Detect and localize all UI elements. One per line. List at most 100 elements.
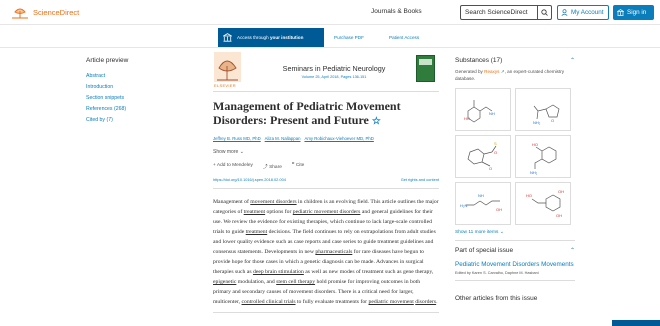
molecule-icon: H₂N NH OH [460,193,502,212]
substance-structure-4[interactable]: HO NH₂ [515,135,571,178]
svg-text:OH: OH [558,189,564,194]
sciencedirect-brand-link[interactable]: ScienceDirect [33,8,79,17]
share-label: Share [269,165,282,170]
article-title: Management of Pediatric Movement Disorde… [213,99,439,129]
institution-icon [223,33,232,42]
purchase-pdf-link[interactable]: Purchase PDF [334,35,364,40]
cite-label: Cite [295,163,305,168]
cite-button[interactable]: ❞ Cite [292,163,304,170]
abstract-term-link[interactable]: pediatric movement [369,299,414,305]
svg-text:NH: NH [478,193,484,198]
abstract-term-link[interactable]: pharmaceuticals [315,249,352,255]
access-institution-button[interactable]: Access through your institution [218,28,324,47]
article-preview-nav: Article preview Abstract Introduction Se… [86,57,186,126]
substances-header[interactable]: Substances (17) ⌃ [455,57,575,64]
substance-structure-6[interactable]: HO OH OH [515,182,571,225]
molecule-icon: HO OH OH [526,189,564,218]
nav-item-references[interactable]: References (268) [86,104,186,115]
chevron-up-icon[interactable]: ⌃ [570,57,575,64]
abstract-term-link[interactable]: disorders [415,299,436,305]
substance-structures: HO NH O NH₂ O O S HO NH₂ H₂N NH OH HO OH… [455,88,575,225]
reaxys-link[interactable]: Reaxys [484,69,499,74]
special-issue-link[interactable]: Pediatric Movement Disorders Movements [455,260,575,269]
article-preview-title: Article preview [86,57,129,64]
get-rights-link[interactable]: Get rights and content [401,177,439,182]
svg-text:OH: OH [496,207,502,212]
nav-item-introduction[interactable]: Introduction [86,82,186,93]
elsevier-wordmark: ELSEVIER [214,83,236,88]
feedback-button[interactable] [612,320,660,326]
journal-title-link[interactable]: Seminars in Pediatric Neurology [275,64,393,73]
institution-icon [617,9,624,16]
special-issue-editors: Edited by Karen S. Carvalho, Daphne M. H… [455,271,539,275]
special-issue-title: Part of special issue [455,247,514,254]
add-mendeley-label: Add to Mendeley [216,163,253,168]
user-icon [561,9,568,16]
sign-in-label: Sign in [627,9,647,16]
show-more-button[interactable]: Show more ⌄ [213,149,439,155]
special-issue-header[interactable]: Part of special issue ⌃ [455,247,575,254]
star-icon[interactable]: ☆ [372,116,381,127]
elsevier-tree-logo[interactable] [9,6,31,20]
abstract-text: Management of movement disorders in chil… [213,197,439,307]
author-link[interactable]: Aliza M. Nallappan [265,136,301,141]
substances-title: Substances (17) [455,57,503,64]
abstract-term-link[interactable]: treatment [246,229,267,235]
patient-access-link[interactable]: Patient Access [389,35,419,40]
my-account-button[interactable]: My Account [557,5,609,20]
share-button[interactable]: ⤴ Share [263,163,282,170]
abstract-text-segment: . [436,299,438,305]
journal-volume-link[interactable]: Volume 25, April 2018, Pages 136-151 [275,75,393,79]
abstract-term-link[interactable]: deep brain stimulation [253,269,304,275]
right-sidebar: Substances (17) ⌃ Generated by Reaxys ↗,… [455,57,575,302]
search-button[interactable] [537,6,551,19]
abstract-text-segment: as well as new modes of treatment such a… [303,269,434,275]
chevron-up-icon[interactable]: ⌃ [570,247,575,254]
nav-item-section-snippets[interactable]: Section snippets [86,93,186,104]
substance-structure-5[interactable]: H₂N NH OH [455,182,511,225]
author-link[interactable]: Amy Robichaux-Viehoever MD, PhD [304,136,373,141]
nav-item-abstract[interactable]: Abstract [86,71,186,82]
substance-structure-2[interactable]: O NH₂ [515,88,571,131]
svg-text:HO: HO [526,193,532,198]
abstract-term-link[interactable]: epigenetic [213,279,236,285]
abstract-term-link[interactable]: pediatric movement disorders [293,209,361,215]
quote-icon: ❞ [291,163,295,168]
abstract-term-link[interactable]: movement disorders [250,199,296,205]
search-icon [541,9,548,16]
abstract-term-link[interactable]: treatment [244,209,265,215]
generated-prefix: Generated by [455,69,485,74]
top-header: ScienceDirect Journals & Books Search Sc… [0,0,660,25]
svg-text:HO: HO [532,142,538,147]
show-more-label: Show more [213,149,239,155]
author-link[interactable]: Jeffrey B. Russ MD, PhD [213,136,261,141]
abstract-text-segment: options for [265,209,293,215]
abstract-text-segment: modulation, and [236,279,277,285]
substances-source: Generated by Reaxys ↗, an expert-curated… [455,68,575,82]
chevron-down-icon: ⌄ [239,149,244,155]
add-to-mendeley-button[interactable]: + Add to Mendeley [213,163,253,170]
substance-structure-1[interactable]: HO NH [455,88,511,131]
abstract-term-link[interactable]: controlled clinical trials [242,299,296,305]
molecule-icon: O NH₂ [533,104,560,125]
author-list: Jeffrey B. Russ MD, PhD Aliza M. Nallapp… [213,136,439,141]
access-label: Access through your institution [237,35,303,40]
sign-in-button[interactable]: Sign in [613,5,654,20]
access-bar: Access through your institution Purchase… [0,26,660,48]
divider [455,280,575,281]
divider [455,240,575,241]
abstract-term-link[interactable]: stem cell therapy [276,279,315,285]
doi-link[interactable]: https://doi.org/10.1016/j.spen.2018.02.0… [213,177,286,182]
elsevier-logo[interactable] [214,52,241,82]
search-box[interactable]: Search ScienceDirect [460,5,552,20]
search-input[interactable]: Search ScienceDirect [461,9,537,16]
chevron-down-icon: ⌄ [499,230,504,235]
journals-books-link[interactable]: Journals & Books [371,8,422,15]
nav-item-cited-by[interactable]: Cited by (7) [86,115,186,126]
substance-structure-3[interactable]: O O S [455,135,511,178]
svg-text:NH₂: NH₂ [533,120,541,125]
journal-cover-image[interactable] [416,55,435,82]
svg-text:O: O [489,166,492,171]
show-more-substances-link[interactable]: Show 11 more items ⌄ [455,230,575,235]
access-prefix: Access through [237,35,270,40]
